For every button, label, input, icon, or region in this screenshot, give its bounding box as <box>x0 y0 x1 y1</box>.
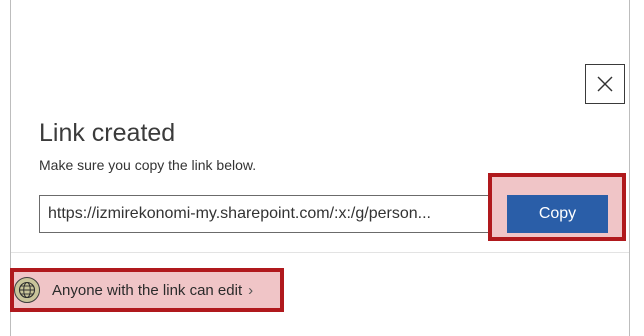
divider <box>11 252 629 253</box>
dialog-title: Link created <box>39 119 176 147</box>
link-permission-setting[interactable]: Anyone with the link can edit › <box>14 272 253 308</box>
permission-label: Anyone with the link can edit <box>52 281 243 299</box>
close-icon <box>597 76 613 92</box>
copy-button[interactable]: Copy <box>507 195 608 233</box>
chevron-right-icon: › <box>248 281 254 299</box>
globe-icon <box>14 277 40 303</box>
screenshot-stage: Link created Make sure you copy the link… <box>0 0 644 336</box>
dialog-subtitle: Make sure you copy the link below. <box>39 157 257 173</box>
close-button[interactable] <box>585 64 625 104</box>
share-link-field[interactable] <box>39 195 492 233</box>
